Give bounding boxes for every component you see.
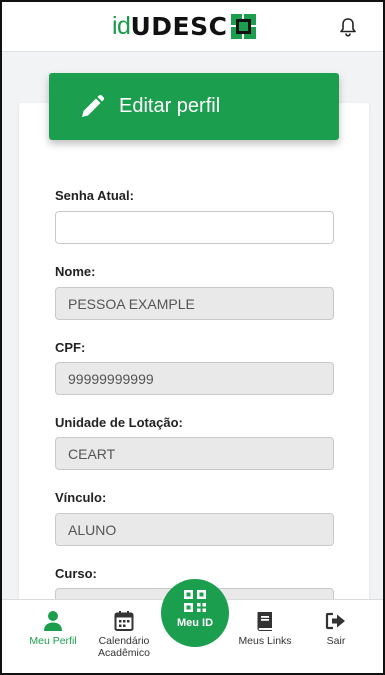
card-title: Editar perfil <box>119 95 221 117</box>
nav-calendario-label-line1: Calendário <box>98 635 150 647</box>
card-header: Editar perfil <box>49 73 339 140</box>
logo-prefix: id <box>112 11 131 40</box>
nav-sair-label: Sair <box>326 635 346 647</box>
user-icon <box>44 611 62 631</box>
nav-calendario[interactable]: Calendário Acadêmico <box>92 600 156 673</box>
unidade-input[interactable] <box>55 437 334 470</box>
vinculo-label: Vínculo: <box>55 490 107 505</box>
nav-calendario-label-line2: Acadêmico <box>98 647 150 659</box>
cpf-label: CPF: <box>55 340 86 355</box>
sign-out-icon <box>325 612 345 630</box>
book-icon <box>257 612 272 631</box>
bell-icon[interactable] <box>337 16 359 38</box>
unidade-label: Unidade de Lotação: <box>55 415 183 430</box>
vinculo-input[interactable] <box>55 513 334 546</box>
calendar-icon <box>114 611 134 631</box>
qr-code-icon <box>184 590 206 612</box>
app-frame: id UDESC Editar perfil Senha Atual: Nome… <box>0 0 385 675</box>
idudesc-logo: id UDESC <box>112 11 257 41</box>
nome-input[interactable] <box>55 287 334 320</box>
logo-name: UDESC <box>130 11 228 41</box>
nome-label: Nome: <box>55 264 96 279</box>
curso-label: Curso: <box>55 566 97 581</box>
meu-id-label: Meu ID <box>176 617 214 629</box>
nav-meus-links[interactable]: Meus Links <box>232 600 298 673</box>
nav-meus-links-label: Meus Links <box>238 635 292 647</box>
senha-atual-input[interactable] <box>55 211 334 244</box>
pencil-icon <box>82 94 105 117</box>
top-header: id UDESC <box>2 2 383 52</box>
nav-meu-perfil[interactable]: Meu Perfil <box>24 600 82 673</box>
nav-sair[interactable]: Sair <box>316 600 356 673</box>
meu-id-button[interactable]: Meu ID <box>161 579 229 647</box>
main-content[interactable]: Editar perfil Senha Atual: Nome: CPF: Un… <box>2 53 383 599</box>
nav-meu-perfil-label: Meu Perfil <box>29 635 77 647</box>
udesc-mark-icon <box>231 13 257 39</box>
cpf-input[interactable] <box>55 362 334 395</box>
senha-atual-label: Senha Atual: <box>55 188 134 203</box>
